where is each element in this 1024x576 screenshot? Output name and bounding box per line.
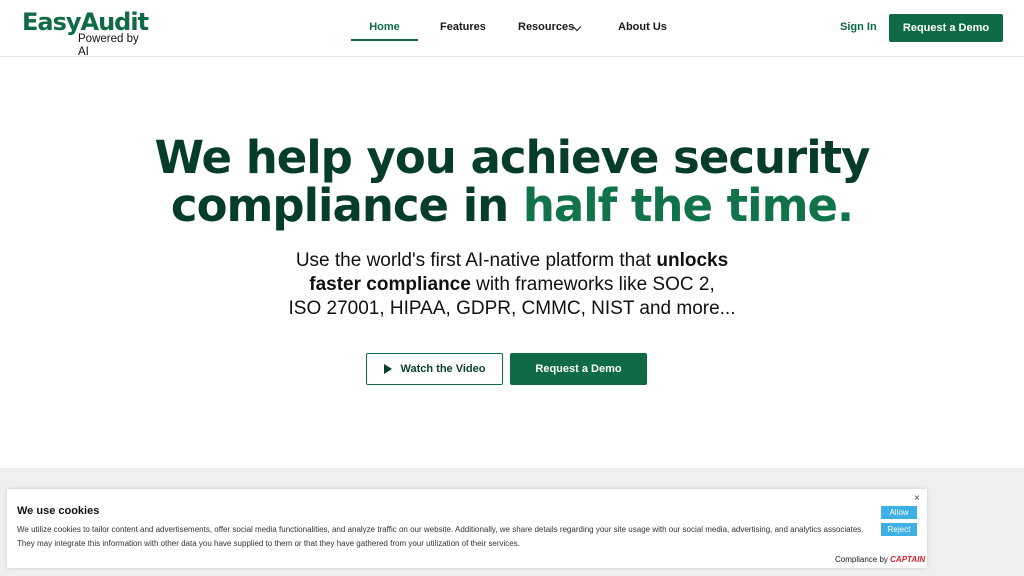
nav-link-about-us[interactable]: About Us	[618, 20, 667, 34]
sub-line-1-bold: unlocks	[656, 250, 729, 271]
hero-request-demo-button[interactable]: Request a Demo	[510, 353, 647, 385]
sub-line-1: Use the world's first AI-native platform…	[295, 250, 657, 271]
sub-line-2-bold: faster compliance	[309, 274, 471, 295]
cookie-title: We use cookies	[17, 505, 100, 517]
logo-tagline: Powered by AI	[78, 33, 139, 58]
logo-wordmark: EasyAudit	[22, 8, 149, 36]
cookie-banner: We use cookies We utilize cookies to tai…	[7, 489, 927, 568]
watch-video-button[interactable]: Watch the Video	[366, 353, 503, 385]
nav-link-features[interactable]: Features	[440, 20, 486, 34]
cookie-allow-button[interactable]: Allow	[881, 506, 917, 519]
captain-logo: CAPTAIN	[890, 555, 926, 564]
hero-headline: We help you achieve security compliance …	[0, 134, 1024, 230]
sub-line-2: with frameworks like SOC 2,	[470, 274, 715, 295]
top-navigation: EasyAudit Powered by AI Home Features Re…	[0, 0, 1024, 58]
headline-line-2: compliance in	[170, 179, 523, 232]
watch-video-label: Watch the Video	[400, 363, 486, 375]
cookie-reject-button[interactable]: Reject	[881, 523, 917, 536]
cookie-provider-prefix: Compliance by	[835, 555, 891, 564]
headline-accent: half the time.	[522, 179, 854, 232]
sign-in-link[interactable]: Sign In	[840, 20, 877, 34]
headline-line-1: We help you achieve security	[154, 131, 870, 184]
active-nav-underline	[351, 39, 418, 41]
close-icon[interactable]: ×	[914, 493, 920, 504]
hero-subheading: Use the world's first AI-native platform…	[0, 249, 1024, 321]
nav-link-resources[interactable]: Resources	[518, 20, 574, 34]
sub-line-3: ISO 27001, HIPAA, GDPR, CMMC, NIST and m…	[288, 298, 736, 319]
cookie-description: We utilize cookies to tailor content and…	[17, 525, 864, 548]
play-icon	[383, 364, 392, 374]
cookie-provider-credit[interactable]: Compliance by CAPTAIN	[835, 555, 925, 564]
nav-request-demo-button[interactable]: Request a Demo	[889, 14, 1003, 42]
logo[interactable]: EasyAudit Powered by AI	[22, 8, 152, 58]
nav-link-home[interactable]: Home	[351, 20, 418, 34]
